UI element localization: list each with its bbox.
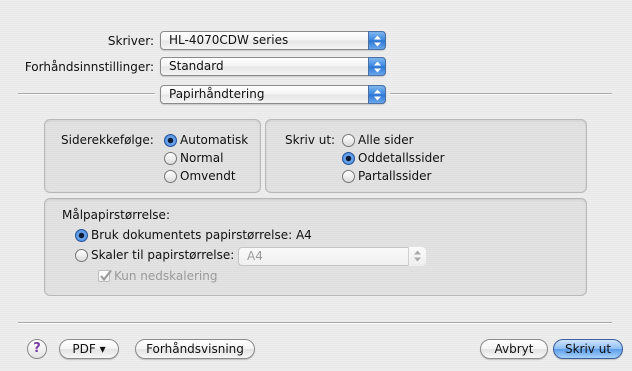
radio-even-pages-label[interactable]: Partallssider xyxy=(358,169,431,183)
popup-arrows-icon xyxy=(368,57,386,76)
pdf-menu-button[interactable]: PDF ▾ xyxy=(59,339,119,359)
scale-down-only-checkbox[interactable] xyxy=(98,269,112,282)
footer-separator xyxy=(18,322,612,324)
help-button[interactable]: ? xyxy=(27,339,47,359)
cancel-button[interactable]: Avbryt xyxy=(480,339,548,359)
printer-label: Skriver: xyxy=(107,34,154,48)
radio-normal[interactable] xyxy=(164,152,177,165)
popup-arrows-icon xyxy=(368,31,386,50)
radio-reverse[interactable] xyxy=(164,170,177,183)
popup-arrows-icon xyxy=(408,247,426,266)
separator-right xyxy=(390,93,612,95)
checkmark-icon xyxy=(100,269,112,282)
scale-down-only-label[interactable]: Kun nedskalering xyxy=(114,269,217,283)
panel-popup[interactable]: Papirhåndtering xyxy=(160,85,386,104)
presets-value: Standard xyxy=(169,59,224,73)
radio-all-pages-label[interactable]: Alle sider xyxy=(358,133,414,147)
radio-normal-label[interactable]: Normal xyxy=(180,151,223,165)
radio-reverse-label[interactable]: Omvendt xyxy=(180,169,236,183)
popup-arrows-icon xyxy=(368,85,386,104)
scale-paper-size-popup[interactable]: A4 xyxy=(238,247,426,266)
radio-odd-pages-label[interactable]: Oddetallssider xyxy=(358,151,445,165)
radio-automatic-label[interactable]: Automatisk xyxy=(180,133,248,147)
panel-value: Papirhåndtering xyxy=(169,87,265,101)
radio-all-pages[interactable] xyxy=(342,134,355,147)
destination-paper-label: Målpapirstørrelse: xyxy=(62,208,170,222)
printer-value: HL-4070CDW series xyxy=(169,33,289,47)
radio-use-document-size-label[interactable]: Bruk dokumentets papirstørrelse: A4 xyxy=(91,228,312,242)
preview-button[interactable]: Forhåndsvisning xyxy=(135,339,255,359)
radio-use-document-size[interactable] xyxy=(75,229,88,242)
scale-paper-size-value: A4 xyxy=(247,249,263,263)
radio-automatic[interactable] xyxy=(164,134,177,147)
separator-left xyxy=(18,93,155,95)
page-order-label: Siderekkefølge: xyxy=(61,133,154,147)
presets-label: Forhåndsinnstillinger: xyxy=(24,60,154,74)
printer-popup[interactable]: HL-4070CDW series xyxy=(160,31,386,50)
print-button[interactable]: Skriv ut xyxy=(553,339,623,359)
radio-scale-to-size[interactable] xyxy=(75,249,88,262)
radio-scale-to-size-label[interactable]: Skaler til papirstørrelse: xyxy=(91,248,234,262)
presets-popup[interactable]: Standard xyxy=(160,57,386,76)
radio-even-pages[interactable] xyxy=(342,170,355,183)
print-label: Skriv ut: xyxy=(285,133,336,147)
radio-odd-pages[interactable] xyxy=(342,152,355,165)
